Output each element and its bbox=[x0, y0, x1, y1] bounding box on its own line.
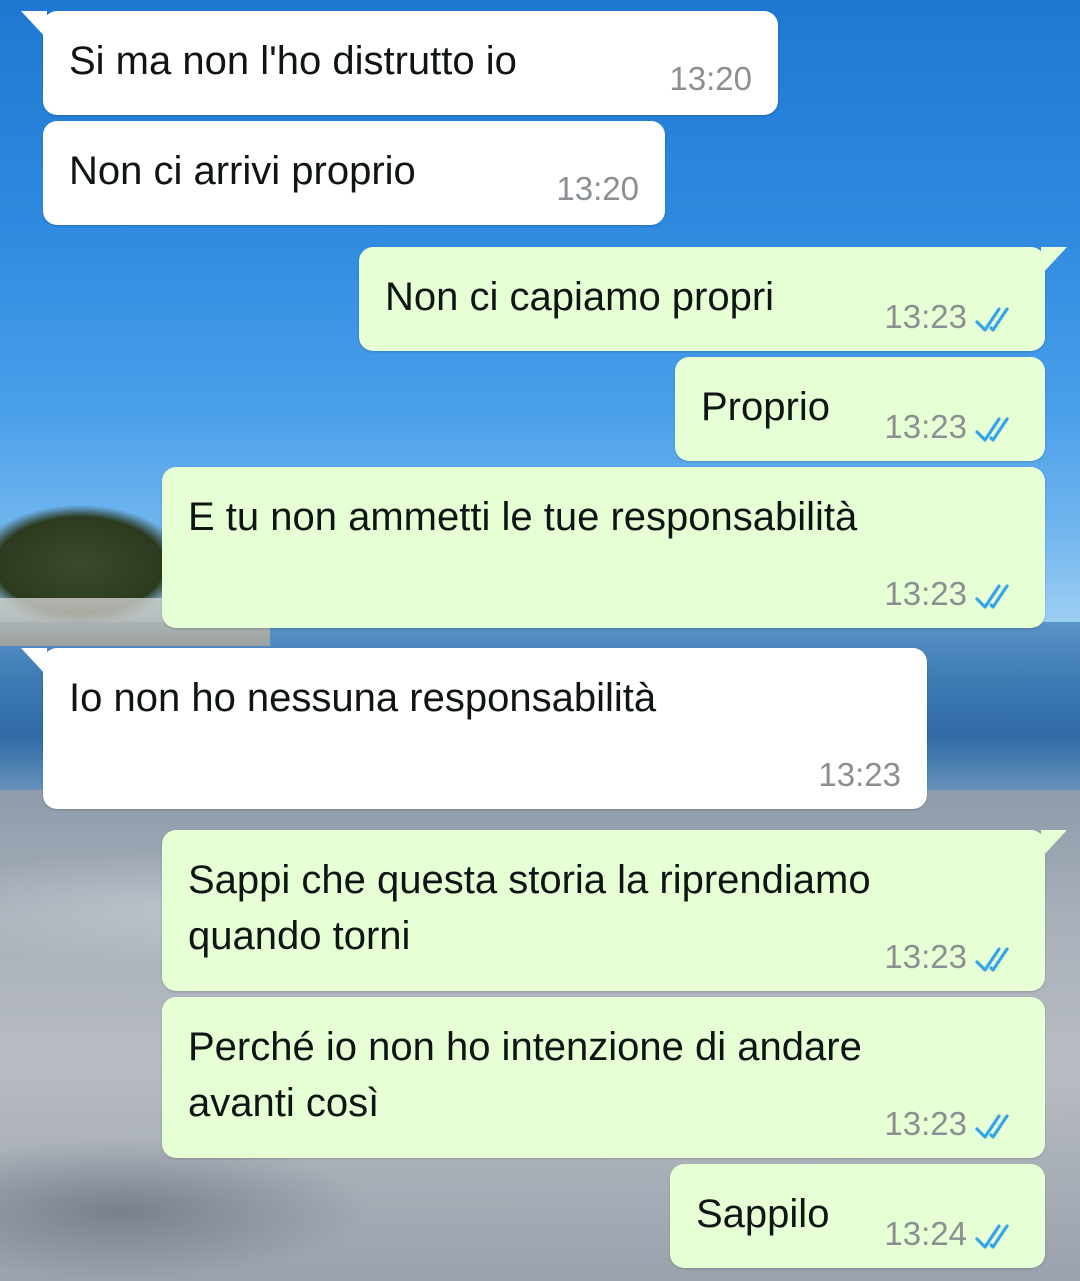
message-time: 13:23 bbox=[884, 408, 967, 445]
message-bubble-outgoing[interactable]: Perché io non ho intenzione di andare av… bbox=[162, 997, 1045, 1158]
message-bubble-incoming[interactable]: Non ci arrivi proprio 13:20 bbox=[43, 121, 665, 225]
read-receipt-icon bbox=[975, 1224, 1009, 1249]
message-text: Non ci arrivi proprio bbox=[69, 149, 416, 193]
message-text: Io non ho nessuna responsabilità bbox=[69, 676, 657, 720]
message-time: 13:24 bbox=[884, 1215, 967, 1252]
message-time: 13:20 bbox=[556, 170, 639, 207]
message-bubble-outgoing[interactable]: Sappilo 13:24 bbox=[670, 1164, 1045, 1268]
message-bubble-outgoing[interactable]: Proprio 13:23 bbox=[675, 357, 1045, 461]
message-text: Proprio bbox=[701, 385, 830, 429]
message-time: 13:23 bbox=[884, 298, 967, 335]
read-receipt-icon bbox=[975, 307, 1009, 332]
read-receipt-icon bbox=[975, 584, 1009, 609]
message-meta: 13:23 bbox=[818, 757, 901, 793]
message-time: 13:20 bbox=[669, 60, 752, 97]
message-bubble-outgoing[interactable]: Non ci capiamo propri 13:23 bbox=[359, 247, 1067, 351]
message-bubble-incoming[interactable]: Io non ho nessuna responsabilità 13:23 bbox=[21, 648, 927, 809]
message-meta: 13:24 bbox=[884, 1216, 1019, 1252]
message-text: Sappilo bbox=[696, 1192, 830, 1236]
message-time: 13:23 bbox=[884, 1105, 967, 1142]
message-text: E tu non ammetti le tue responsabilità bbox=[188, 495, 858, 539]
message-text: Si ma non l'ho distrutto io bbox=[69, 39, 517, 83]
message-meta: 13:23 bbox=[884, 576, 1019, 612]
message-time: 13:23 bbox=[884, 575, 967, 612]
message-meta: 13:20 bbox=[669, 61, 752, 97]
message-meta: 13:23 bbox=[884, 1106, 1019, 1142]
message-meta: 13:23 bbox=[884, 299, 1019, 335]
message-meta: 13:20 bbox=[556, 171, 639, 207]
message-meta: 13:23 bbox=[884, 939, 1019, 975]
message-bubble-incoming[interactable]: Si ma non l'ho distrutto io 13:20 bbox=[21, 11, 778, 115]
message-text: Sappi che questa storia la riprendiamo q… bbox=[188, 858, 871, 958]
message-text: Perché io non ho intenzione di andare av… bbox=[188, 1025, 862, 1125]
read-receipt-icon bbox=[975, 417, 1009, 442]
message-meta: 13:23 bbox=[884, 409, 1019, 445]
message-time: 13:23 bbox=[884, 938, 967, 975]
message-bubble-outgoing[interactable]: E tu non ammetti le tue responsabilità 1… bbox=[162, 467, 1045, 628]
read-receipt-icon bbox=[975, 1114, 1009, 1139]
message-bubble-outgoing[interactable]: Sappi che questa storia la riprendiamo q… bbox=[162, 830, 1067, 991]
message-text: Non ci capiamo propri bbox=[385, 275, 775, 319]
read-receipt-icon bbox=[975, 947, 1009, 972]
message-time: 13:23 bbox=[818, 756, 901, 793]
